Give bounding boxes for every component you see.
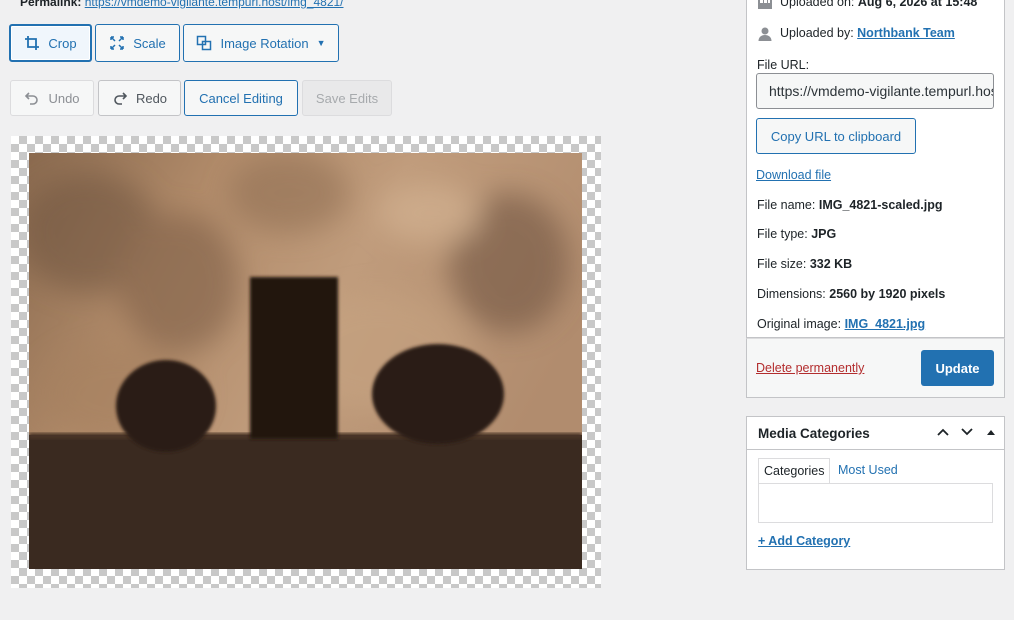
- file-url-label: File URL:: [757, 58, 810, 72]
- image-rotation-label: Image Rotation: [220, 35, 309, 51]
- original-image-row: Original image: IMG_4821.jpg: [757, 317, 925, 331]
- scale-label: Scale: [133, 35, 166, 51]
- add-category-link[interactable]: + Add Category: [758, 534, 850, 548]
- file-name-value: IMG_4821-scaled.jpg: [818, 198, 943, 212]
- file-name-row: File name: IMG_4821-scaled.jpg: [757, 198, 943, 212]
- tab-categories[interactable]: Categories: [758, 458, 830, 484]
- scale-icon: [110, 36, 124, 50]
- delete-permanently-link[interactable]: Delete permanently: [756, 361, 864, 375]
- file-size-label: File size:: [757, 257, 807, 271]
- crop-label: Crop: [48, 35, 77, 51]
- uploaded-by-row: Uploaded by: Northbank Team: [780, 26, 955, 40]
- calendar-icon: [757, 0, 773, 13]
- uploaded-on-value: Aug 6, 2026 at 15:48: [857, 0, 978, 9]
- undo-label: Undo: [48, 90, 80, 106]
- scale-button[interactable]: Scale: [95, 24, 180, 62]
- uploaded-on-row: Uploaded on: Aug 6, 2026 at 15:48: [780, 0, 977, 9]
- cancel-editing-label: Cancel Editing: [199, 90, 283, 106]
- original-image-link[interactable]: IMG_4821.jpg: [845, 317, 926, 331]
- file-type-value: JPG: [811, 227, 837, 241]
- uploaded-on-label: Uploaded on:: [780, 0, 855, 9]
- file-type-row: File type: JPG: [757, 227, 836, 241]
- file-size-value: 332 KB: [809, 257, 853, 271]
- original-image-label: Original image:: [757, 317, 842, 331]
- redo-button[interactable]: Redo: [98, 80, 181, 116]
- uploaded-by-link[interactable]: Northbank Team: [857, 26, 955, 40]
- crop-button[interactable]: Crop: [9, 24, 92, 62]
- tab-categories-label: Categories: [764, 464, 825, 478]
- file-size-row: File size: 332 KB: [757, 257, 852, 271]
- permalink-row: Permalink: https://vmdemo-vigilante.temp…: [20, 0, 344, 9]
- crop-icon: [25, 36, 40, 50]
- download-file-link[interactable]: Download file: [756, 168, 831, 182]
- image-rotation-button[interactable]: Image Rotation ▼: [183, 24, 339, 62]
- permalink-label: Permalink:: [20, 0, 82, 9]
- copy-url-label: Copy URL to clipboard: [770, 128, 902, 144]
- file-url-field[interactable]: https://vmdemo-vigilante.tempurl.host/wp…: [756, 73, 994, 109]
- dimensions-row: Dimensions: 2560 by 1920 pixels: [757, 287, 945, 301]
- edited-image[interactable]: [29, 153, 582, 569]
- uploaded-by-label: Uploaded by:: [780, 26, 854, 40]
- dimensions-label: Dimensions:: [757, 287, 826, 301]
- user-icon: [757, 26, 773, 45]
- tab-most-used[interactable]: Most Used: [838, 463, 898, 477]
- update-button[interactable]: Update: [921, 350, 994, 386]
- file-type-label: File type:: [757, 227, 808, 241]
- photo-graphic: [29, 153, 582, 569]
- save-edits-button[interactable]: Save Edits: [302, 80, 392, 116]
- permalink-link[interactable]: https://vmdemo-vigilante.tempurl.host/im…: [85, 0, 344, 9]
- caret-down-icon: ▼: [316, 38, 326, 48]
- media-categories-title: Media Categories: [758, 426, 870, 441]
- undo-button[interactable]: Undo: [10, 80, 94, 116]
- redo-icon: [114, 92, 128, 105]
- copy-url-button[interactable]: Copy URL to clipboard: [756, 118, 916, 154]
- toggle-panel-icon[interactable]: [984, 426, 998, 443]
- save-edits-label: Save Edits: [315, 90, 379, 106]
- cancel-editing-button[interactable]: Cancel Editing: [184, 80, 298, 116]
- file-name-label: File name:: [757, 198, 816, 212]
- redo-label: Redo: [135, 90, 168, 106]
- move-up-icon[interactable]: [935, 424, 951, 443]
- rotate-icon: [197, 35, 212, 51]
- move-down-icon[interactable]: [959, 424, 975, 443]
- dimensions-value: 2560 by 1920 pixels: [829, 287, 946, 301]
- categories-list: [758, 483, 993, 523]
- undo-icon: [25, 92, 39, 105]
